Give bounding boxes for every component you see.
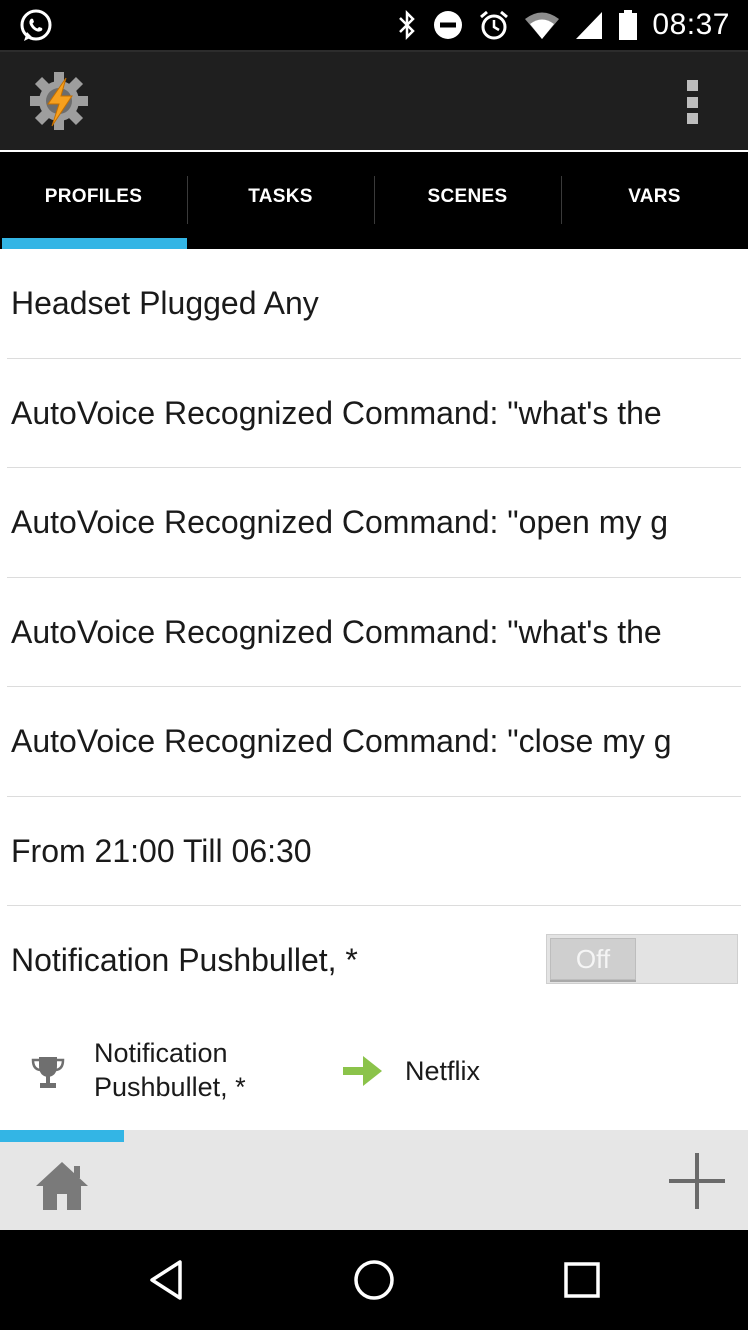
back-icon[interactable] [146, 1258, 190, 1302]
profile-label: Headset Plugged Any [11, 285, 319, 322]
home-icon[interactable] [34, 1160, 90, 1212]
cell-signal-icon [576, 12, 603, 39]
recents-icon[interactable] [560, 1258, 604, 1302]
status-bar: 08:37 [0, 0, 748, 50]
toggle-knob: Off [550, 938, 636, 980]
profile-item[interactable]: Headset Plugged Any [0, 249, 748, 359]
alarm-icon [480, 10, 509, 40]
profile-label: AutoVoice Recognized Command: "close my … [11, 723, 672, 760]
profile-label: From 21:00 Till 06:30 [11, 832, 312, 869]
profile-label: AutoVoice Recognized Command: "what's th… [11, 394, 662, 431]
trophy-icon [31, 1057, 65, 1088]
overflow-menu-icon[interactable] [684, 80, 700, 124]
profile-item[interactable]: From 21:00 Till 06:30 [0, 797, 748, 906]
tab-profiles[interactable]: PROFILES [0, 152, 187, 249]
profile-item[interactable]: AutoVoice Recognized Command: "open my g [0, 468, 748, 578]
profile-item-expanded[interactable]: Notification Pushbullet, * Off [0, 906, 748, 1016]
tab-bar: PROFILES TASKS SCENES VARS [0, 152, 748, 249]
wifi-icon [525, 12, 560, 39]
system-nav-bar [0, 1230, 748, 1330]
profile-item[interactable]: AutoVoice Recognized Command: "what's th… [0, 578, 748, 687]
do-not-disturb-icon [434, 11, 463, 39]
plus-icon[interactable] [668, 1152, 726, 1210]
profile-label: AutoVoice Recognized Command: "what's th… [11, 613, 662, 650]
battery-icon [619, 10, 638, 40]
clock-time: 08:37 [652, 8, 730, 41]
profile-detail: Notification Pushbullet, * Netflix [0, 1016, 748, 1128]
tasker-gear-bolt-icon[interactable] [28, 70, 90, 132]
action-bar [0, 50, 748, 150]
task-label[interactable]: Netflix [405, 1054, 480, 1088]
progress-indicator [0, 1130, 124, 1142]
whatsapp-icon [20, 9, 52, 41]
bluetooth-icon [399, 9, 416, 41]
home-nav-icon[interactable] [352, 1258, 396, 1302]
profile-toggle[interactable]: Off [546, 934, 738, 984]
tab-scenes[interactable]: SCENES [374, 152, 561, 249]
profile-item[interactable]: AutoVoice Recognized Command: "what's th… [0, 359, 748, 468]
profile-item[interactable]: AutoVoice Recognized Command: "close my … [0, 687, 748, 797]
arrow-right-icon [343, 1056, 382, 1086]
context-label[interactable]: Notification Pushbullet, * [94, 1036, 294, 1104]
profile-label: AutoVoice Recognized Command: "open my g [11, 504, 669, 541]
bottom-bar [0, 1130, 748, 1230]
tab-tasks[interactable]: TASKS [187, 152, 374, 249]
profile-label: Notification Pushbullet, * [11, 942, 358, 979]
profile-list: Headset Plugged Any AutoVoice Recognized… [0, 249, 748, 1016]
tab-vars[interactable]: VARS [561, 152, 748, 249]
